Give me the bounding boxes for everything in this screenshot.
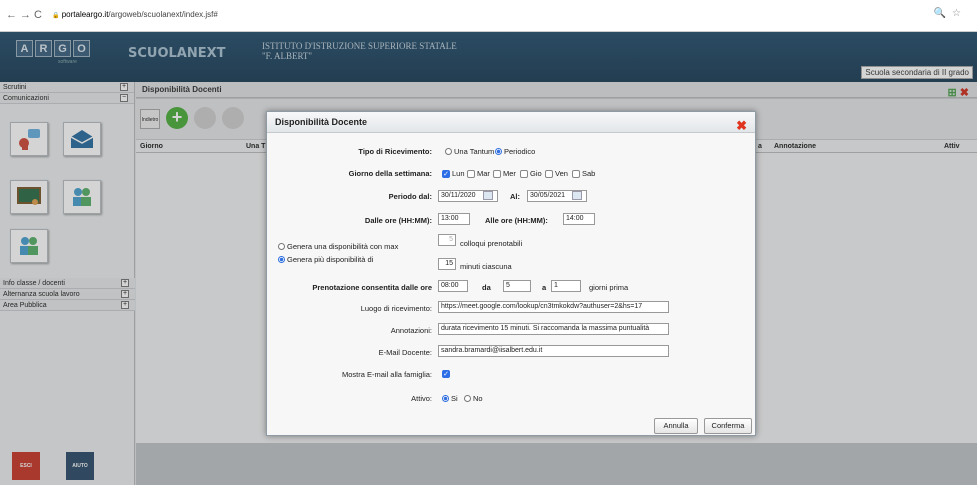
radio-checked-icon [495,148,502,155]
checkbox-lun[interactable]: ✓ Lun [442,169,465,178]
back-icon[interactable]: ← [6,9,17,21]
minuti-input[interactable]: 15 [438,258,456,270]
mostra-email-label: Mostra E-mail alla famiglia: [341,370,432,379]
mostra-email-checkbox[interactable]: ✓ [442,370,450,378]
checkbox-checked-icon: ✓ [442,370,450,378]
checkbox-icon [572,169,580,178]
checkbox-icon [493,169,501,178]
da-label: da [482,283,491,292]
genera-piu-radio[interactable]: Genera più disponibilità di [278,255,373,264]
checkbox-ven[interactable]: Ven [545,169,568,178]
annotazioni-label: Annotazioni: [390,326,432,335]
radio-icon [464,395,471,402]
luogo-label: Luogo di ricevimento: [360,304,432,313]
email-label: E-Mail Docente: [378,348,432,357]
checkbox-icon [545,169,553,178]
address-bar[interactable]: 🔒 portaleargo.it/argoweb/scuolanext/inde… [52,10,218,19]
reload-icon[interactable]: C [34,9,42,21]
radio-icon [445,148,452,155]
forward-icon[interactable]: → [20,9,31,21]
attivo-si-radio[interactable]: Si [442,394,458,403]
checkbox-sab[interactable]: Sab [572,169,595,178]
tipo-periodico-radio[interactable]: Periodico [495,147,535,156]
close-icon[interactable]: ✖ [736,115,747,136]
checkbox-mer[interactable]: Mer [493,169,516,178]
attivo-label: Attivo: [411,394,432,403]
availability-dialog: Disponibilità Docente ✖ Tipo di Ricevime… [266,111,756,436]
checkbox-icon [520,169,528,178]
calendar-icon[interactable] [483,191,493,200]
da-giorni-input[interactable]: 5 [503,280,531,292]
browser-right-icons: 🔍☆ [934,8,967,19]
attivo-no-radio[interactable]: No [464,394,483,403]
tipo-label: Tipo di Ricevimento: [358,147,432,156]
browser-toolbar: ← → C 🔒 portaleargo.it/argoweb/scuolanex… [0,0,977,32]
genera-max-radio[interactable]: Genera una disponibilità con max [278,242,398,251]
a-giorni-input[interactable]: 1 [551,280,581,292]
checkbox-icon [467,169,475,178]
colloqui-label: colloqui prenotabili [460,239,523,248]
star-icon[interactable]: ☆ [952,8,967,19]
checkbox-mar[interactable]: Mar [467,169,490,178]
periodo-label: Periodo dal: [388,192,432,201]
checkbox-checked-icon: ✓ [442,169,450,178]
prenotazione-label: Prenotazione consentita dalle ore [312,283,432,292]
cancel-button[interactable]: Annulla [654,418,698,434]
annotazioni-input[interactable]: durata ricevimento 15 minuti. Si raccoma… [438,323,669,335]
minuti-label: minuti ciascuna [460,262,512,271]
dalle-label: Dalle ore (HH:MM): [364,216,432,225]
radio-checked-icon [442,395,449,402]
giorno-label: Giorno della settimana: [348,169,432,178]
calendar-icon[interactable] [572,191,582,200]
a-label: a [542,283,547,292]
email-input[interactable]: sandra.bramardi@iisalbert.edu.it [438,345,669,357]
url-path: /argoweb/scuolanext/index.jsf# [108,10,218,19]
zoom-icon[interactable]: 🔍 [934,8,952,19]
prenotazione-ore-input[interactable]: 08:00 [438,280,468,292]
al-label: Al: [510,192,520,201]
dialog-title: Disponibilità Docente ✖ [267,112,755,133]
tipo-una-tantum-radio[interactable]: Una Tantum [445,147,494,156]
alle-label: Alle ore (HH:MM): [485,216,548,225]
luogo-input[interactable]: https://meet.google.com/lookup/cn3tmkokd… [438,301,669,313]
lock-icon: 🔒 [52,13,60,19]
radio-checked-icon [278,256,285,263]
alle-input[interactable]: 14:00 [563,213,595,225]
radio-icon [278,243,285,250]
dalle-input[interactable]: 13:00 [438,213,470,225]
giorni-prima-label: giorni prima [589,283,629,292]
checkbox-gio[interactable]: Gio [520,169,542,178]
url-domain: portaleargo.it [61,10,109,19]
confirm-button[interactable]: Conferma [704,418,752,434]
max-colloqui-input[interactable]: 5 [438,234,456,246]
